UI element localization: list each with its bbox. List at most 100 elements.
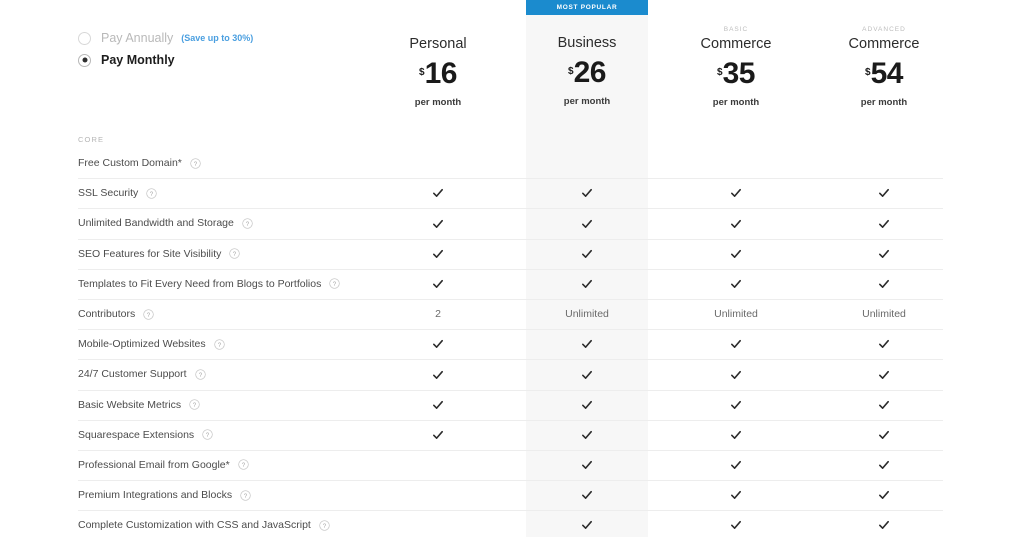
checkmark-icon: [879, 400, 889, 409]
help-icon[interactable]: ?: [238, 459, 249, 471]
checkmark-icon: [731, 400, 741, 409]
checkmark-icon: [433, 400, 443, 409]
help-icon[interactable]: ?: [189, 399, 200, 410]
feature-value-text: Unlimited: [862, 308, 906, 321]
plan-column-1[interactable]: Business $26 per month: [512, 24, 662, 107]
plan-eyebrow: [363, 25, 513, 35]
billing-option-monthly[interactable]: Pay Monthly: [78, 49, 378, 71]
feature-value-cell: [661, 429, 811, 441]
checkmark-icon: [731, 189, 741, 198]
plan-currency-symbol: $: [717, 66, 723, 78]
table-row: Basic Website Metrics?: [0, 389, 1024, 420]
feature-value-cell: [809, 368, 959, 380]
checkmark-icon: [879, 189, 889, 198]
svg-text:?: ?: [206, 432, 210, 439]
plan-name: Commerce: [848, 36, 920, 52]
billing-option-label: Pay Monthly: [101, 53, 175, 67]
plan-eyebrow: BASIC: [723, 26, 749, 33]
plan-column-3[interactable]: ADVANCED Commerce $54 per month: [809, 25, 959, 108]
table-row: Templates to Fit Every Need from Blogs t…: [0, 268, 1024, 299]
plan-column-0[interactable]: Personal $16 per month: [363, 25, 513, 108]
plan-name: Commerce: [700, 36, 772, 52]
checkmark-icon: [582, 279, 592, 288]
radio-icon[interactable]: [78, 31, 91, 45]
checkmark-icon: [731, 219, 741, 228]
feature-value-cell: [363, 217, 513, 229]
help-icon[interactable]: ?: [202, 429, 213, 440]
feature-value-cell: [809, 429, 959, 441]
help-icon[interactable]: ?: [143, 308, 154, 320]
help-icon[interactable]: ?: [190, 157, 201, 169]
plan-currency-symbol: $: [568, 65, 574, 77]
svg-text:?: ?: [150, 191, 154, 198]
table-row: Unlimited Bandwidth and Storage?: [0, 208, 1024, 238]
svg-text:?: ?: [147, 312, 151, 319]
plan-currency-symbol: $: [419, 66, 425, 78]
checkmark-icon: [582, 521, 592, 530]
checkmark-icon: [582, 340, 592, 349]
feature-value-cell: Unlimited: [809, 308, 959, 320]
help-icon[interactable]: ?: [229, 248, 241, 259]
feature-value-cell: [363, 368, 513, 380]
feature-value-cell: [512, 519, 662, 531]
feature-value-cell: [809, 519, 959, 531]
feature-value-cell: [661, 459, 811, 471]
plan-billing-period: per month: [712, 97, 760, 108]
checkmark-icon: [582, 430, 592, 439]
checkmark-icon: [879, 340, 889, 349]
billing-option-annually[interactable]: Pay Annually (Save up to 30%): [78, 27, 378, 49]
billing-option-label: Pay Annually: [101, 31, 174, 45]
feature-label: Premium Integrations and Blocks: [78, 489, 233, 502]
plan-price: $26: [512, 58, 662, 88]
feature-value-cell: [809, 187, 959, 199]
feature-value-text: 2: [435, 308, 441, 321]
billing-period-toggle[interactable]: Pay Annually (Save up to 30%) Pay Monthly: [78, 27, 378, 71]
feature-value-cell: [661, 519, 811, 531]
feature-label: Squarespace Extensions: [78, 428, 195, 441]
feature-label-cell: Mobile-Optimized Websites?: [78, 338, 225, 350]
plan-billing-period: per month: [563, 96, 611, 107]
help-icon[interactable]: ?: [194, 369, 206, 380]
feature-value-cell: [661, 398, 811, 410]
plan-name: Personal: [409, 36, 467, 52]
feature-value-cell: [512, 217, 662, 229]
help-icon[interactable]: ?: [319, 520, 330, 531]
feature-value-cell: [512, 338, 662, 350]
help-icon[interactable]: ?: [146, 188, 157, 199]
feature-value-cell: [809, 489, 959, 501]
feature-value-cell: [809, 459, 959, 471]
plan-eyebrow: ADVANCED: [862, 26, 906, 33]
checkmark-icon: [433, 279, 443, 288]
plan-column-2[interactable]: BASIC Commerce $35 per month: [661, 25, 811, 108]
checkmark-icon: [879, 460, 889, 470]
checkmark-icon: [433, 189, 443, 198]
help-icon[interactable]: ?: [213, 339, 225, 350]
most-popular-badge: MOST POPULAR: [526, 0, 648, 15]
table-row: Free Custom Domain*?: [0, 148, 1024, 178]
feature-value-cell: [809, 217, 959, 229]
svg-text:?: ?: [193, 402, 197, 409]
table-row: SSL Security?: [0, 178, 1024, 208]
feature-label: Professional Email from Google*: [78, 458, 230, 471]
feature-label: Mobile-Optimized Websites: [78, 338, 206, 351]
feature-value-cell: [512, 368, 662, 380]
feature-value-text: Unlimited: [714, 308, 758, 321]
radio-icon[interactable]: [78, 53, 91, 67]
feature-value-cell: [512, 187, 662, 199]
feature-value-cell: [363, 398, 513, 410]
feature-value-cell: [661, 187, 811, 199]
checkmark-icon: [731, 491, 741, 500]
help-icon[interactable]: ?: [329, 278, 341, 289]
pricing-header: Pay Annually (Save up to 30%) Pay Monthly …: [0, 0, 1024, 120]
feature-comparison-table: CORE Free Custom Domain*? SSL Security? Un…: [0, 132, 1024, 537]
checkmark-icon: [879, 370, 889, 379]
feature-label: Contributors: [78, 308, 136, 321]
plan-amount: 26: [573, 56, 607, 89]
feature-label-cell: Professional Email from Google*?: [78, 459, 249, 471]
table-row: Squarespace Extensions?: [0, 419, 1024, 450]
feature-label-cell: Squarespace Extensions?: [78, 429, 213, 441]
plan-eyebrow: [512, 24, 662, 34]
help-icon[interactable]: ?: [242, 218, 253, 229]
help-icon[interactable]: ?: [240, 490, 251, 501]
svg-text:?: ?: [246, 221, 250, 228]
